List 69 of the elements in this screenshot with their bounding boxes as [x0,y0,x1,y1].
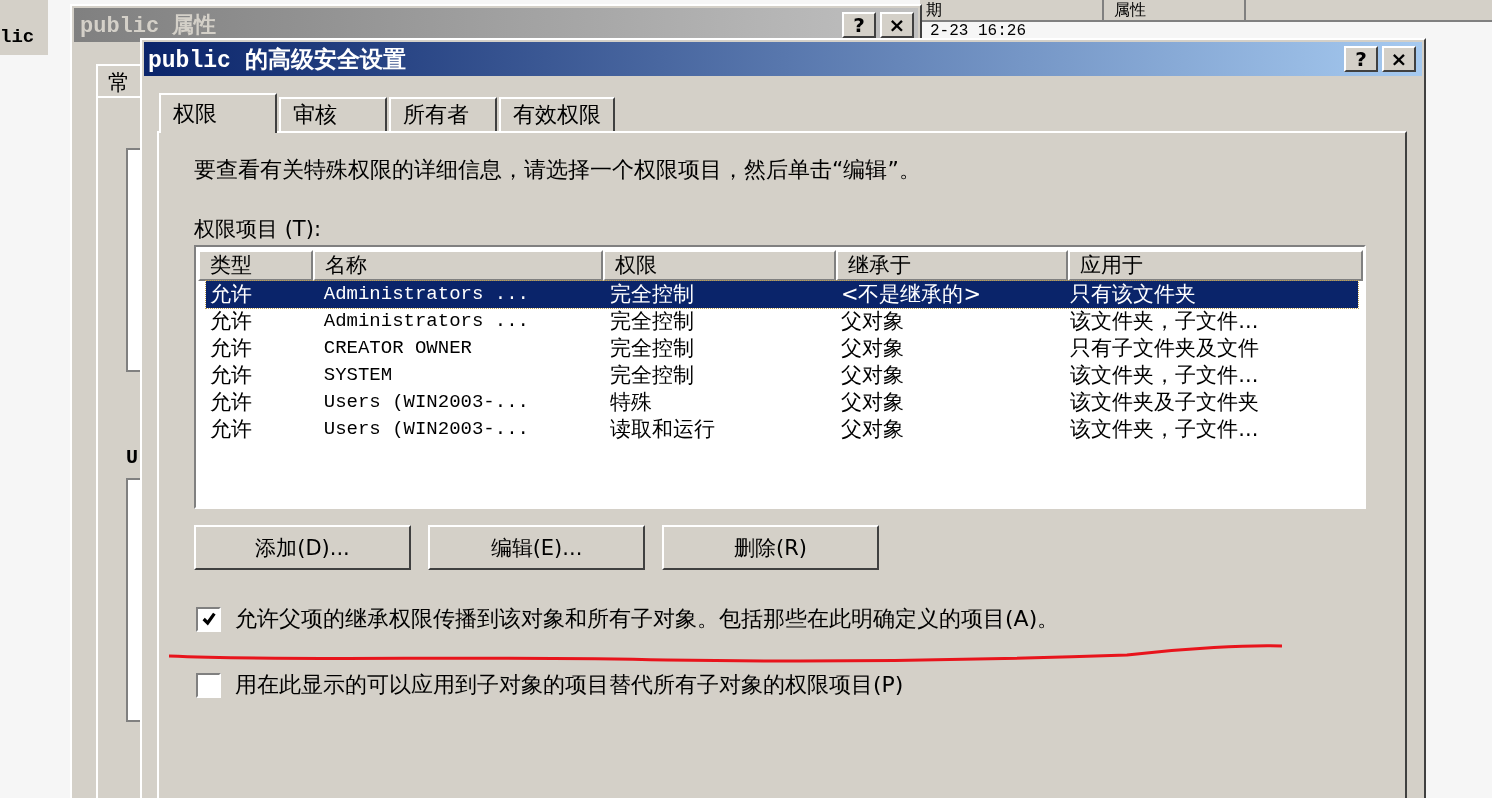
action-button[interactable]: 删除(R) [662,525,879,570]
list-label: 权限项目 (T): [194,216,322,243]
table-row[interactable]: 允许 SYSTEM 完全控制 父对象 该文件夹，子文件... [206,362,1358,389]
table-row[interactable]: 允许 Administrators ... 完全控制 <不是继承的> 只有该文件夹 [206,281,1358,308]
window-title: public 属性 [80,12,217,40]
column-header[interactable]: 权限 [603,250,836,281]
tab[interactable]: 审核 [279,97,387,131]
table-cell-text: 允许 [209,362,253,389]
instruction-text: 要查看有关特殊权限的详细信息，请选择一个权限项目，然后单击“编辑”。 [194,156,922,184]
close-button[interactable]: × [1382,46,1416,72]
text-field[interactable] [126,148,140,372]
table-cell-text: 完全控制 [609,362,696,389]
table-cell-text: 允许 [209,335,253,362]
table-cell-text: 读取和运行 [609,416,717,443]
table-cell-text: 该文件夹，子文件... [1069,308,1260,335]
table-cell-text: 父对象 [839,416,905,443]
table-cell-text: 允许 [209,389,253,416]
column-header[interactable]: 属性 [1104,0,1246,20]
table-cell-text: 只有该文件夹 [1069,281,1198,308]
column-header[interactable]: 名称 [313,250,603,281]
table-row[interactable]: 允许 CREATOR OWNER 完全控制 父对象 只有子文件夹及文件 [206,335,1358,362]
table-cell-text: 该文件夹及子文件夹 [1069,389,1261,416]
column-header[interactable]: 继承于 [836,250,1068,281]
table-cell-text: SYSTEM [322,363,394,388]
help-button[interactable]: ? [1344,46,1378,72]
table-cell-text: Users (WIN2003-... [322,417,530,442]
table-cell-text: Administrators ... [322,309,530,334]
option-label: 用在此显示的可以应用到子对象的项目替代所有子对象的权限项目(P) [235,671,904,699]
action-button[interactable]: 添加(D)... [194,525,411,570]
checkbox[interactable] [196,606,221,632]
column-header[interactable]: 应用于 [1068,250,1363,281]
tab[interactable]: 常 [96,64,142,96]
close-button[interactable]: × [880,12,914,38]
column-header[interactable]: 类型 [198,250,313,281]
table-cell-text: 父对象 [839,389,905,416]
table-cell-text: 父对象 [839,335,905,362]
side-panel [0,0,48,55]
tab[interactable]: 权限 [159,93,277,133]
date-text: 2-23 16:26 [930,22,1026,40]
table-cell-text: 特殊 [609,389,654,416]
table-cell-text: 允许 [209,281,253,308]
table-cell-text: Administrators ... [322,282,530,307]
table-cell-text: 只有子文件夹及文件 [1069,335,1261,362]
table-cell-text: 完全控制 [609,335,696,362]
table-cell-text: <不是继承的> [839,281,983,308]
field-label: U [126,446,138,469]
list-item[interactable]: lic [0,26,35,48]
tab[interactable]: 所有者 [389,97,497,131]
table-cell-text: 允许 [209,308,253,335]
option-label: 允许父项的继承权限传播到该对象和所有子对象。包括那些在此明确定义的项目(A)。 [235,605,1060,633]
window-title: public 的高级安全设置 [148,46,406,75]
table-cell-text: 该文件夹，子文件... [1069,362,1260,389]
table-cell-text: 完全控制 [609,308,696,335]
checkbox[interactable] [196,672,221,698]
help-button[interactable]: ? [842,12,876,38]
action-button[interactable]: 编辑(E)... [428,525,645,570]
tab[interactable]: 有效权限 [499,97,615,131]
table-cell-text: Users (WIN2003-... [322,390,530,415]
table-cell-text: 父对象 [839,308,905,335]
checkmark-icon [200,611,217,627]
table-cell-text: 允许 [209,416,253,443]
table-cell-text: 该文件夹，子文件... [1069,416,1260,443]
table-row[interactable]: 允许 Administrators ... 完全控制 父对象 该文件夹，子文件... [206,308,1358,335]
table-cell-text: 父对象 [839,362,905,389]
table-row[interactable]: 允许 Users (WIN2003-... 读取和运行 父对象 该文件夹，子文件... [206,416,1358,443]
table-cell-text: 完全控制 [609,281,696,308]
table-cell-text: CREATOR OWNER [322,336,473,361]
text-field[interactable] [126,478,140,722]
table-row[interactable]: 允许 Users (WIN2003-... 特殊 父对象 该文件夹及子文件夹 [206,389,1358,416]
